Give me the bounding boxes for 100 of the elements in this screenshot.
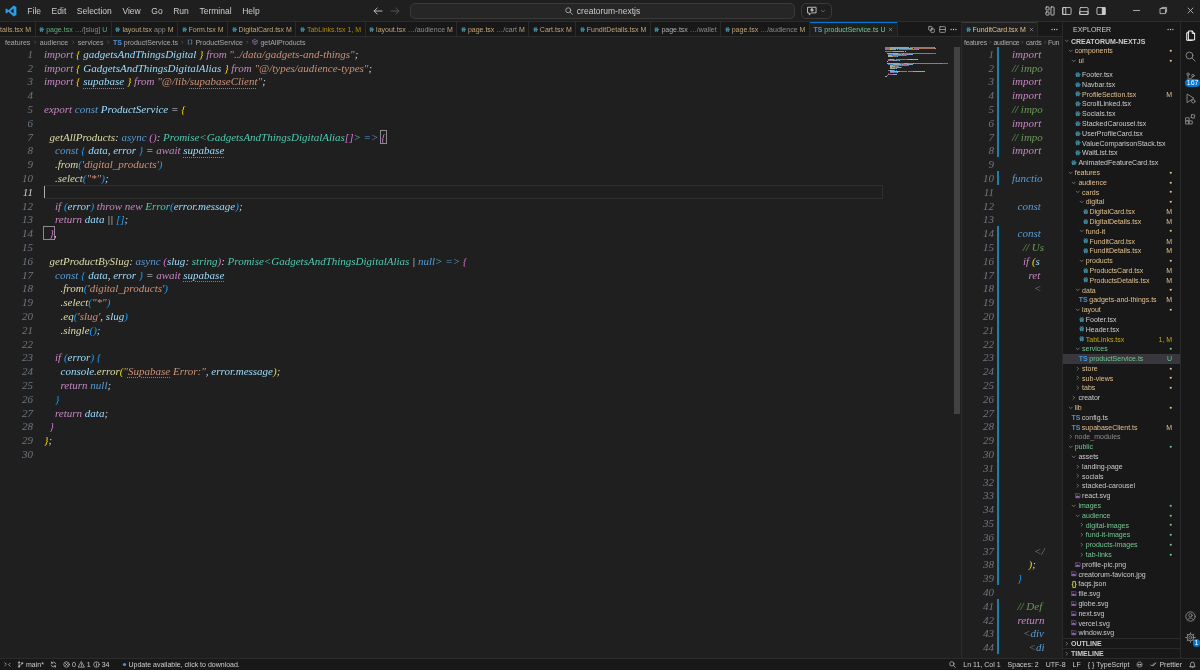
code-line: // Us	[1021, 241, 1045, 254]
back-arrow-icon[interactable]	[373, 5, 383, 16]
robot-face-icon[interactable]	[1136, 661, 1144, 668]
code-line: .select("*");	[54, 172, 109, 185]
line-number: 11	[982, 185, 994, 198]
right-panel-icon[interactable]	[1096, 5, 1106, 16]
menu-item[interactable]: Selection	[71, 3, 118, 18]
layout-grid-icon[interactable]	[1045, 5, 1055, 16]
line-number: 24	[21, 365, 33, 378]
dot-icon	[1168, 523, 1172, 527]
info-icon	[92, 661, 100, 668]
line-number: 13	[982, 213, 994, 226]
sync-icon[interactable]	[49, 661, 57, 668]
line-number: 10	[21, 172, 33, 185]
overlapping-squares-icon[interactable]	[928, 25, 935, 33]
react-file-icon	[299, 26, 305, 32]
magnifier-icon[interactable]	[949, 661, 957, 668]
line-number: 44	[982, 641, 994, 654]
close-icon[interactable]	[1028, 26, 1034, 32]
line-number: 24	[982, 365, 994, 378]
line-number: 7	[26, 130, 33, 143]
line-number: 19	[21, 296, 33, 309]
line-number: 31	[982, 461, 994, 474]
line-number: 23	[982, 351, 994, 364]
line-number: 4	[26, 89, 33, 102]
react-file-icon	[965, 26, 971, 32]
settings-icon[interactable]	[1185, 632, 1196, 643]
menu-item[interactable]: File	[22, 3, 47, 18]
line-number: 11	[21, 185, 33, 198]
search-icon	[564, 6, 573, 15]
image-file-icon	[1071, 620, 1077, 626]
dot-icon	[1168, 180, 1172, 184]
code-line: <di	[1027, 641, 1045, 654]
code-line: return null;	[59, 379, 112, 391]
line-number: 1	[987, 47, 994, 60]
react-file-icon	[1082, 238, 1088, 244]
code-line: return	[1016, 613, 1045, 626]
close-icon[interactable]	[1186, 6, 1195, 15]
run-icon[interactable]	[1185, 93, 1196, 104]
code-line: return data;	[54, 406, 109, 419]
line-number: 20	[982, 310, 994, 323]
dot-icon	[1168, 533, 1172, 537]
menu-item[interactable]: Edit	[46, 3, 72, 18]
menu-item[interactable]: Help	[236, 3, 265, 18]
files-icon[interactable]	[1185, 30, 1196, 41]
line-number: 6	[987, 116, 994, 129]
menu-item[interactable]: Go	[146, 3, 168, 18]
menu-item[interactable]: View	[117, 3, 146, 18]
chevron-icon	[1078, 257, 1085, 264]
react-file-icon	[654, 26, 660, 32]
chevron-icon	[105, 39, 111, 45]
code-line: import { supabase } from "@/lib/supabaseClient";	[44, 75, 266, 88]
remote-icon[interactable]	[4, 661, 11, 668]
line-number: 10	[982, 172, 994, 185]
search-icon[interactable]	[1185, 51, 1196, 62]
line-number: 38	[982, 558, 994, 571]
left-panel-icon[interactable]	[1062, 5, 1072, 16]
line-number: 27	[982, 406, 994, 419]
code-line: functio	[1012, 172, 1043, 185]
split-editor-icon[interactable]	[939, 25, 946, 33]
react-file-icon	[724, 26, 730, 32]
dot-icon	[1168, 386, 1172, 390]
chevron-icon	[987, 39, 993, 45]
dot-icon	[1168, 58, 1172, 63]
chevron-icon	[245, 39, 250, 45]
line-number: 35	[982, 517, 994, 529]
line-number: 43	[982, 627, 994, 640]
code-line: return data || [];	[54, 213, 129, 226]
line-number: 20	[21, 310, 33, 323]
react-file-icon	[1082, 248, 1088, 254]
extensions-icon[interactable]	[1185, 114, 1196, 125]
image-file-icon	[1075, 493, 1081, 499]
menu-item[interactable]: Terminal	[194, 3, 237, 18]
code-line: const { data, error } = await supabase	[54, 268, 225, 281]
menu-item[interactable]: Run	[167, 3, 195, 18]
code-line: const { data, error } = await supabase	[54, 144, 225, 157]
close-icon[interactable]	[888, 26, 894, 32]
app-logo-icon	[5, 4, 17, 17]
scrollbar[interactable]	[954, 47, 960, 414]
line-number: 17	[21, 268, 33, 281]
bell-icon[interactable]	[1189, 661, 1196, 668]
code-line: }	[48, 420, 54, 433]
dot-icon	[1168, 347, 1172, 351]
bottom-panel-icon[interactable]	[1079, 5, 1089, 16]
chat-button[interactable]	[801, 2, 832, 19]
line-number: 32	[982, 475, 994, 488]
command-center[interactable]: creatorum-nextjs	[410, 2, 795, 19]
chevron-icon	[180, 39, 185, 45]
account-icon[interactable]	[1185, 611, 1196, 622]
line-number: 2	[987, 61, 994, 74]
line-number: 8	[987, 144, 994, 157]
code-line: );	[1027, 558, 1036, 571]
line-number: 25	[982, 379, 994, 391]
dot-icon	[1168, 405, 1172, 410]
code-line: .from('digital_products')	[54, 158, 163, 171]
restore-icon[interactable]	[1159, 6, 1168, 15]
line-number: 16	[982, 254, 994, 267]
line-number: 21	[982, 323, 994, 336]
line-number: 5	[987, 103, 994, 116]
line-number: 14	[982, 227, 994, 240]
